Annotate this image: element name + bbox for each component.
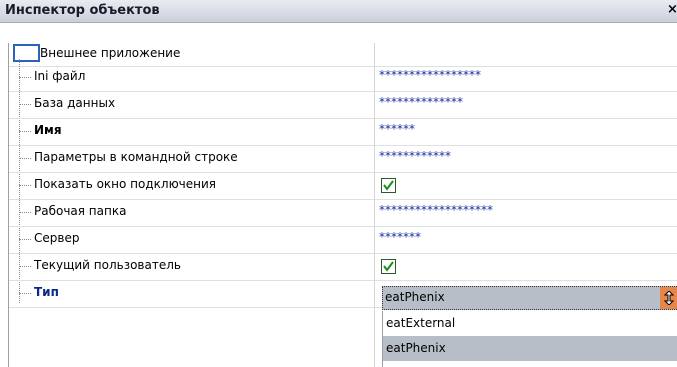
object-inspector-window: Инспектор объектов × Внешнее приложение …: [0, 0, 677, 367]
property-row[interactable]: Рабочая папка *******************: [9, 200, 677, 227]
property-row[interactable]: Имя ******: [9, 119, 677, 146]
property-value[interactable]: *****************: [379, 68, 481, 82]
tree-branch-line: [19, 104, 31, 106]
property-row[interactable]: Текущий пользователь: [9, 254, 677, 281]
property-value[interactable]: ******: [379, 122, 415, 136]
property-value[interactable]: *******: [379, 230, 421, 244]
property-name: Сервер: [34, 231, 80, 245]
property-name: Показать окно подключения: [34, 177, 217, 191]
column-separator[interactable]: [374, 43, 375, 367]
property-name: База данных: [34, 96, 116, 110]
tree-branch-line: [19, 185, 31, 187]
property-name: Текущий пользователь: [34, 258, 181, 272]
resize-cursor-icon: [664, 291, 674, 305]
type-combobox[interactable]: eatPhenix: [382, 286, 677, 310]
checkbox[interactable]: [381, 178, 396, 193]
property-value[interactable]: **************: [379, 95, 463, 109]
property-row[interactable]: База данных **************: [9, 92, 677, 119]
property-name: Тип: [34, 285, 59, 299]
property-name: Параметры в командной строке: [34, 150, 238, 164]
tree-branch-line: [19, 293, 31, 295]
title-bar[interactable]: Инспектор объектов ×: [0, 0, 677, 23]
property-name: Рабочая папка: [34, 204, 127, 218]
tree-branch-line: [19, 212, 31, 214]
tree-branch-line: [19, 239, 31, 241]
dropdown-option-eatexternal[interactable]: eatExternal: [383, 311, 677, 336]
tree-branch-line: [19, 131, 31, 133]
property-row[interactable]: Ini файл *****************: [9, 65, 677, 92]
checkmark-icon: [383, 180, 394, 191]
tree-branch-line: [19, 266, 31, 268]
tree-branch-line: [19, 158, 31, 160]
dropdown-option-eatphenix[interactable]: eatPhenix: [383, 336, 677, 361]
property-row[interactable]: Параметры в командной строке ************: [9, 146, 677, 173]
type-combobox-value: eatPhenix: [385, 290, 445, 304]
property-name: Имя: [34, 123, 62, 137]
checkbox[interactable]: [381, 259, 396, 274]
dropdown-arrow-button[interactable]: [660, 287, 677, 309]
type-dropdown-list: eatExternal eatPhenix: [382, 311, 677, 367]
property-row[interactable]: Показать окно подключения: [9, 173, 677, 200]
property-row[interactable]: Сервер *******: [9, 227, 677, 254]
property-value[interactable]: ************: [379, 149, 451, 163]
property-value[interactable]: *******************: [379, 203, 493, 217]
tree-branch-line: [19, 77, 31, 79]
checkmark-icon: [383, 261, 394, 272]
window-title: Инспектор объектов: [5, 3, 160, 18]
property-name: Ini файл: [34, 69, 86, 83]
close-icon[interactable]: ×: [667, 2, 677, 18]
